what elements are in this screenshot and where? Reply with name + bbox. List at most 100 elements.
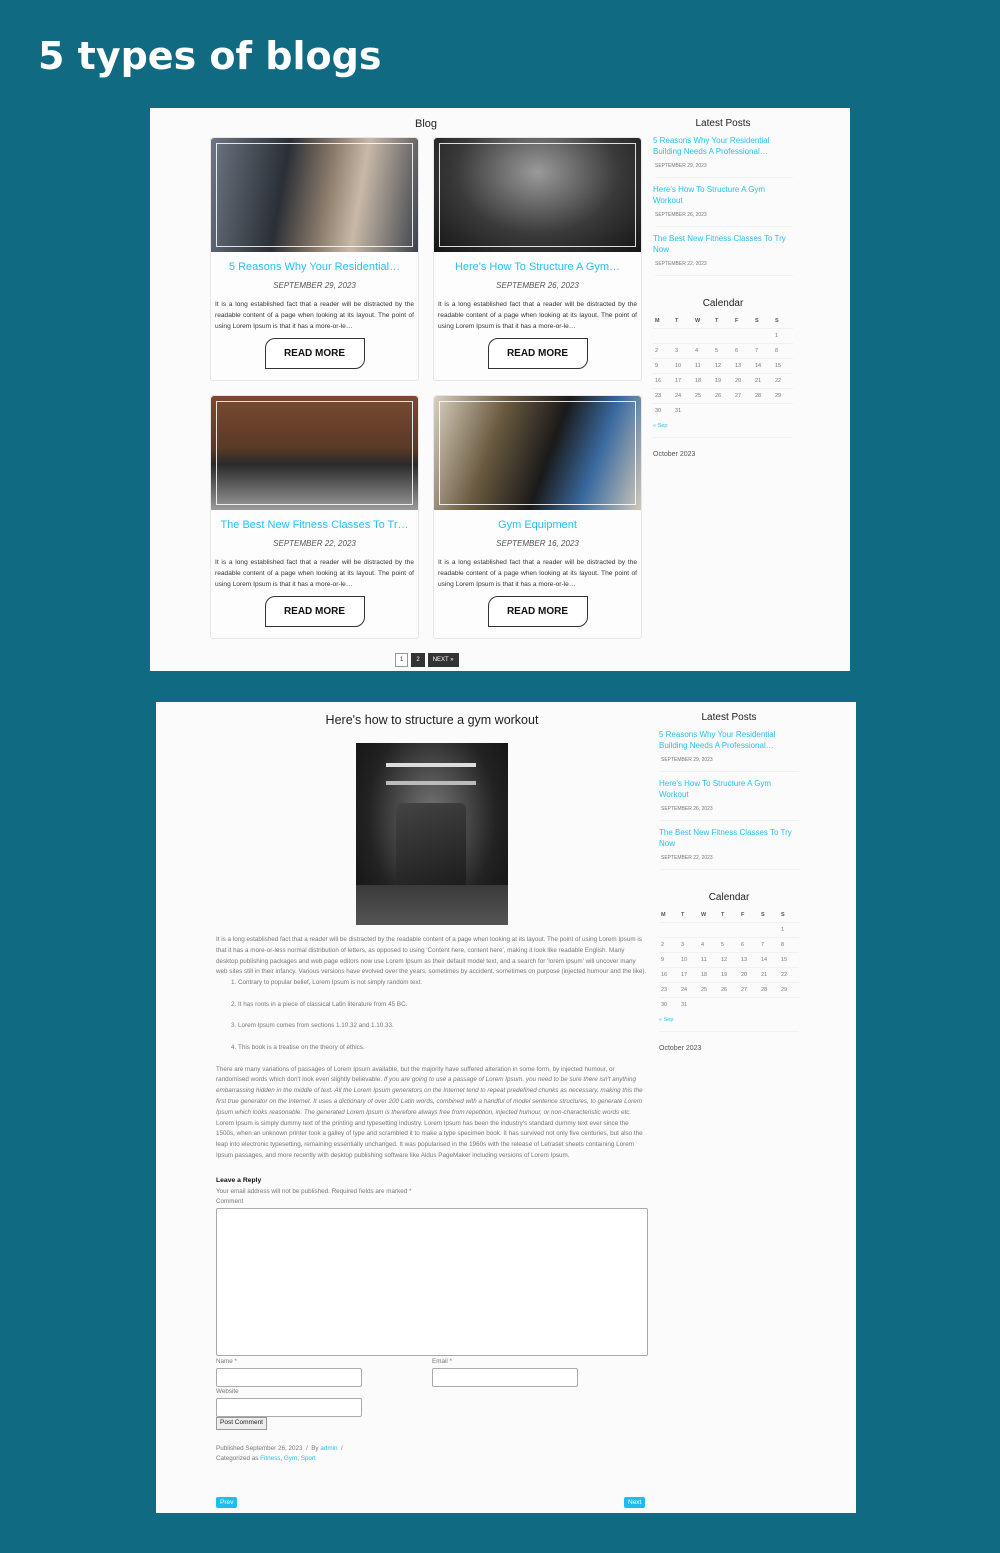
- post-thumbnail[interactable]: [211, 138, 418, 252]
- latest-post-date: SEPTEMBER 26, 2023: [661, 806, 799, 821]
- calendar-day: [699, 997, 719, 1013]
- calendar-day: 27: [733, 388, 753, 404]
- calendar-day: [719, 922, 739, 938]
- calendar-day: 29: [773, 388, 793, 404]
- sidebar: Latest Posts 5 Reasons Why Your Residenti…: [659, 712, 799, 1052]
- weekday-header: T: [675, 318, 679, 324]
- post-paragraph: It is a long established fact that a rea…: [216, 936, 647, 976]
- weekday-header: T: [681, 912, 685, 918]
- category-link[interactable]: Sport: [301, 1455, 316, 1462]
- calendar-day: 30: [659, 997, 679, 1013]
- page-2-current[interactable]: 2: [411, 653, 425, 667]
- calendar-day: [739, 997, 759, 1013]
- calendar-day: [773, 403, 793, 419]
- prev-post-button[interactable]: Prev: [216, 1497, 238, 1508]
- prev-month-link[interactable]: « Sep: [659, 1017, 673, 1023]
- calendar-title: Calendar: [702, 298, 744, 309]
- post-title-link[interactable]: The Best New Fitness Classes To Tr…: [217, 519, 412, 531]
- list-item: Contrary to popular belief, Lorem Ipsum …: [238, 978, 648, 989]
- category-link[interactable]: Fitness: [260, 1455, 280, 1462]
- calendar-title: Calendar: [708, 892, 750, 903]
- calendar-day: [779, 997, 799, 1013]
- name-input[interactable]: [216, 1367, 362, 1387]
- post-thumbnail[interactable]: [211, 396, 418, 510]
- single-post-screenshot: Here's how to structure a gym workout It…: [156, 702, 856, 1513]
- calendar-day: 4: [699, 937, 719, 953]
- latest-post-link[interactable]: Here's How To Structure A Gym Workout: [659, 779, 799, 800]
- calendar-day: 22: [773, 373, 793, 389]
- weekday-header: M: [661, 912, 666, 918]
- latest-post-link[interactable]: Here's How To Structure A Gym Workout: [653, 185, 793, 206]
- weekday-header: S: [781, 912, 785, 918]
- post-comment-button[interactable]: Post Comment: [216, 1416, 267, 1430]
- latest-post-link[interactable]: The Best New Fitness Classes To Try Now: [659, 828, 799, 849]
- post-title-link[interactable]: 5 Reasons Why Your Residential…: [217, 261, 412, 273]
- read-more-button[interactable]: READ MORE: [264, 338, 365, 369]
- calendar-day: [693, 403, 713, 419]
- page-1-link[interactable]: 1: [395, 653, 409, 667]
- post-date: SEPTEMBER 29, 2023: [273, 281, 356, 290]
- category-link[interactable]: Gym: [284, 1455, 297, 1462]
- calendar-day: 15: [779, 952, 799, 968]
- latest-post-date: SEPTEMBER 22, 2023: [661, 855, 799, 870]
- categorized-label: Categorized as: [216, 1455, 259, 1463]
- calendar-day: 1: [779, 922, 799, 938]
- read-more-button[interactable]: READ MORE: [264, 596, 365, 627]
- author-link[interactable]: admin: [320, 1445, 337, 1452]
- weekday-header: T: [721, 912, 725, 918]
- calendar-day: 8: [779, 937, 799, 953]
- calendar-day: 16: [653, 373, 673, 389]
- read-more-button[interactable]: READ MORE: [487, 596, 588, 627]
- calendar-day: [673, 328, 693, 344]
- calendar-day: [699, 922, 719, 938]
- calendar-day: 3: [673, 343, 693, 359]
- calendar-day: 11: [693, 358, 713, 374]
- post-list: Contrary to popular belief, Lorem Ipsum …: [238, 978, 648, 1054]
- email-input[interactable]: [432, 1367, 578, 1387]
- calendar-day: 26: [719, 982, 739, 998]
- post-title-link[interactable]: Here's How To Structure A Gym…: [440, 261, 635, 273]
- text: Lorem Ipsum is simply dummy text of the …: [216, 1119, 643, 1159]
- calendar-day: 20: [739, 967, 759, 983]
- latest-post-date: SEPTEMBER 29, 2023: [655, 163, 793, 178]
- calendar-day: [679, 922, 699, 938]
- post-date: SEPTEMBER 22, 2023: [273, 539, 356, 548]
- calendar-day: 13: [733, 358, 753, 374]
- comment-textarea[interactable]: [216, 1208, 648, 1357]
- calendar-day: [659, 922, 679, 938]
- post-title-link[interactable]: Gym Equipment: [440, 519, 635, 531]
- calendar-day: 13: [739, 952, 759, 968]
- post-card: 5 Reasons Why Your Residential… SEPTEMBE…: [210, 137, 419, 381]
- read-more-button[interactable]: READ MORE: [487, 338, 588, 369]
- calendar-day: 3: [679, 937, 699, 953]
- post-thumbnail[interactable]: [434, 396, 641, 510]
- latest-post-link[interactable]: The Best New Fitness Classes To Try Now: [653, 234, 793, 255]
- calendar-day: 6: [739, 937, 759, 953]
- post-thumbnail[interactable]: [434, 138, 641, 252]
- calendar-day: 19: [713, 373, 733, 389]
- calendar-day: 18: [699, 967, 719, 983]
- weekday-header: W: [701, 912, 707, 918]
- calendar-day: 5: [713, 343, 733, 359]
- comment-label: Comment: [216, 1198, 244, 1206]
- next-post-button[interactable]: Next: [624, 1497, 646, 1508]
- calendar-day: 28: [753, 388, 773, 404]
- website-input[interactable]: [216, 1397, 362, 1417]
- website-label: Website: [216, 1387, 239, 1395]
- latest-post-link[interactable]: 5 Reasons Why Your Residential Building …: [653, 136, 793, 157]
- calendar-day: 8: [773, 343, 793, 359]
- prev-month-link[interactable]: « Sep: [653, 423, 667, 429]
- weekday-header: S: [775, 318, 779, 324]
- latest-post-link[interactable]: 5 Reasons Why Your Residential Building …: [659, 730, 799, 751]
- calendar-day: 23: [659, 982, 679, 998]
- weekday-header: F: [735, 318, 739, 324]
- list-item: Lorem Ipsum comes from sections 1.10.32 …: [238, 1021, 648, 1032]
- calendar-day: 9: [653, 358, 673, 374]
- next-page-link[interactable]: NEXT »: [427, 653, 459, 667]
- calendar-day: [713, 403, 733, 419]
- reply-title: Leave a Reply: [216, 1176, 262, 1184]
- post-excerpt: It is a long established fact that a rea…: [438, 301, 637, 330]
- calendar-day: [719, 997, 739, 1013]
- list-item: It has roots in a piece of classical Lat…: [238, 1000, 648, 1011]
- latest-post-date: SEPTEMBER 22, 2023: [655, 261, 793, 276]
